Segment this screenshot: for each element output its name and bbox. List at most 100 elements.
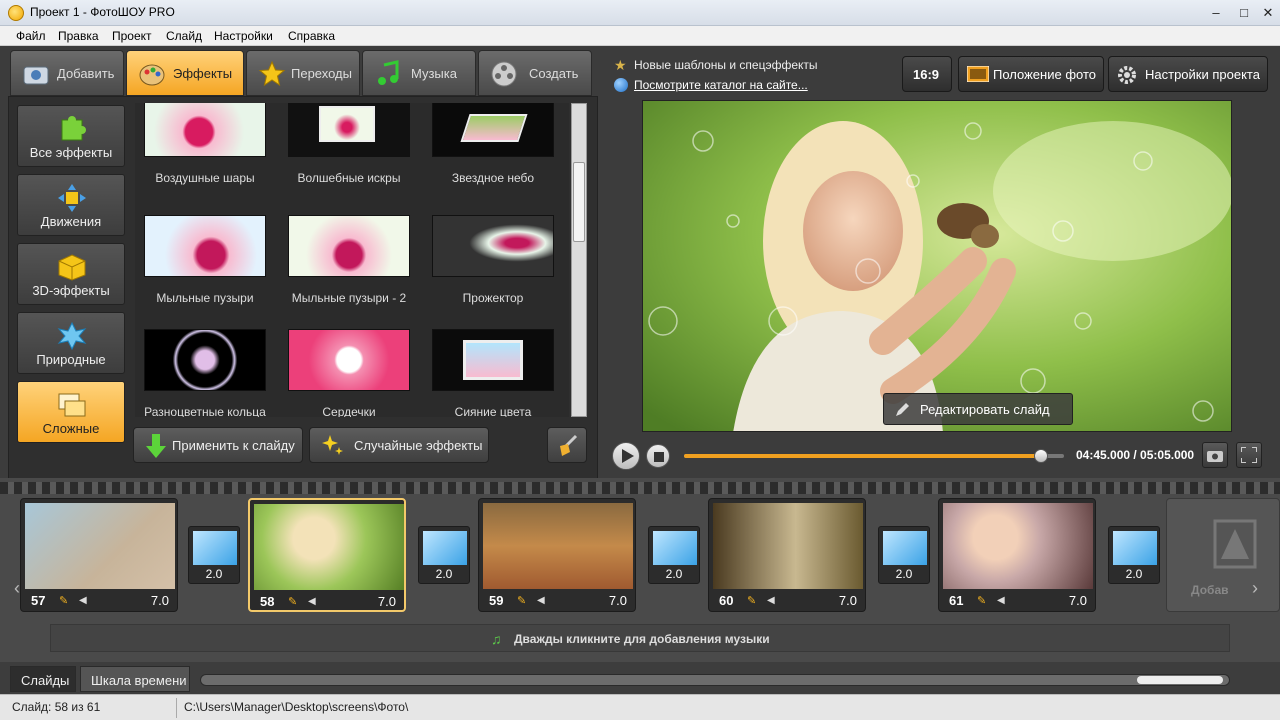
clear-effects-button[interactable] xyxy=(547,427,587,463)
effect-balloons[interactable]: Воздушные шары xyxy=(137,103,273,185)
layers-icon xyxy=(58,393,86,417)
speaker-icon[interactable]: ◀ xyxy=(79,595,91,607)
music-track[interactable]: ♫ Дважды кликните для добавления музыки xyxy=(50,624,1230,652)
minimize-button[interactable]: – xyxy=(1202,3,1230,23)
slide-number: 57 xyxy=(31,593,46,608)
fullscreen-icon xyxy=(1241,447,1257,463)
pencil-icon[interactable]: ✎ xyxy=(59,595,71,607)
cube-icon xyxy=(58,254,86,281)
photo-icon xyxy=(967,66,989,82)
effect-magic-sparks[interactable]: Волшебные искры xyxy=(281,103,417,185)
effect-thumbnail xyxy=(432,329,554,391)
project-settings-button[interactable]: Настройки проекта xyxy=(1108,56,1268,92)
effect-colorful-rings[interactable]: Разноцветные кольца xyxy=(137,329,273,417)
transition-2[interactable]: 2.0 xyxy=(418,526,470,584)
menu-help[interactable]: Справка xyxy=(288,29,335,43)
category-3d-effects[interactable]: 3D-эффекты xyxy=(17,243,125,305)
slide-61[interactable]: 61 ✎ ◀ 7.0 xyxy=(938,498,1096,612)
status-bar: Слайд: 58 из 61 C:\Users\Manager\Desktop… xyxy=(0,694,1280,720)
transition-thumbnail xyxy=(1113,531,1157,565)
transition-3[interactable]: 2.0 xyxy=(648,526,700,584)
category-motion[interactable]: Движения xyxy=(17,174,125,236)
player-controls: 04:45.000 / 05:05.000 xyxy=(602,436,1278,476)
scroll-right-arrow[interactable]: › xyxy=(1252,578,1258,599)
star-icon: ★ xyxy=(614,57,627,73)
fullscreen-button[interactable] xyxy=(1236,442,1262,468)
folder-path: C:\Users\Manager\Desktop\screens\Фото\ xyxy=(184,700,409,714)
tab-transitions[interactable]: Переходы xyxy=(246,50,360,96)
playback-progress[interactable] xyxy=(684,449,1064,463)
progress-knob[interactable] xyxy=(1034,449,1049,463)
effects-scrollbar[interactable] xyxy=(571,103,587,417)
slide-60[interactable]: 60 ✎ ◀ 7.0 xyxy=(708,498,866,612)
scrollbar-thumb[interactable] xyxy=(573,162,585,242)
effect-starry-sky[interactable]: Звездное небо xyxy=(425,103,561,185)
speaker-icon[interactable]: ◀ xyxy=(997,595,1009,607)
transition-1[interactable]: 2.0 xyxy=(188,526,240,584)
snapshot-button[interactable] xyxy=(1202,442,1228,468)
category-all-effects[interactable]: Все эффекты xyxy=(17,105,125,167)
random-effects-button[interactable]: Случайные эффекты xyxy=(309,427,489,463)
tab-slides[interactable]: Слайды xyxy=(10,666,76,692)
speaker-icon[interactable]: ◀ xyxy=(767,595,779,607)
filmstrip-scrollbar[interactable] xyxy=(200,674,1230,686)
speaker-icon[interactable]: ◀ xyxy=(308,596,320,608)
promo-text: Новые шаблоны и спецэффекты xyxy=(634,58,818,72)
category-label: Движения xyxy=(40,214,102,229)
pencil-icon[interactable]: ✎ xyxy=(747,595,759,607)
add-slot-label: Добав xyxy=(1191,583,1229,597)
slide-59[interactable]: 59 ✎ ◀ 7.0 xyxy=(478,498,636,612)
aspect-ratio-button[interactable]: 16:9 xyxy=(902,56,952,92)
tab-timeline[interactable]: Шкала времени xyxy=(80,666,190,692)
slide-counter: Слайд: 58 из 61 xyxy=(12,700,101,714)
app-icon xyxy=(8,5,24,21)
tab-label: Шкала времени xyxy=(91,673,187,688)
menu-file[interactable]: Файл xyxy=(16,29,46,43)
star-icon xyxy=(258,60,286,87)
status-divider xyxy=(176,698,177,718)
category-nature[interactable]: Природные xyxy=(17,312,125,374)
category-label: Природные xyxy=(36,352,106,367)
effect-thumbnail xyxy=(288,329,410,391)
play-button[interactable] xyxy=(612,442,640,470)
slide-58[interactable]: 58 ✎ ◀ 7.0 xyxy=(248,498,406,612)
category-complex[interactable]: Сложные xyxy=(17,381,125,443)
effect-soap-bubbles[interactable]: Мыльные пузыри xyxy=(137,215,273,305)
slide-duration: 7.0 xyxy=(838,593,857,608)
pencil-icon[interactable]: ✎ xyxy=(977,595,989,607)
effect-hearts[interactable]: Сердечки xyxy=(281,329,417,417)
photo-position-button[interactable]: Положение фото xyxy=(958,56,1104,92)
slide-57[interactable]: 57 ✎ ◀ 7.0 xyxy=(20,498,178,612)
menu-settings[interactable]: Настройки xyxy=(214,29,273,43)
effect-thumbnail xyxy=(288,103,410,157)
add-slide-slot[interactable]: Добав xyxy=(1166,498,1280,612)
menu-project[interactable]: Проект xyxy=(112,29,152,43)
edit-slide-button[interactable]: Редактировать слайд xyxy=(883,393,1073,425)
tab-music[interactable]: Музыка xyxy=(362,50,476,96)
effect-soap-bubbles-2[interactable]: Мыльные пузыри - 2 xyxy=(281,215,417,305)
effect-spotlight[interactable]: Прожектор xyxy=(425,215,561,305)
scrollbar-thumb[interactable] xyxy=(1137,676,1223,684)
close-button[interactable]: ✕ xyxy=(1254,3,1280,23)
transition-5[interactable]: 2.0 xyxy=(1108,526,1160,584)
slide-number: 59 xyxy=(489,593,504,608)
catalog-link[interactable]: Посмотрите каталог на сайте... xyxy=(634,78,808,92)
menu-slide[interactable]: Слайд xyxy=(166,29,202,43)
effects-panel: Все эффекты Движения 3D-эффекты Природны… xyxy=(8,96,598,526)
stop-button[interactable] xyxy=(646,444,670,468)
tab-effects[interactable]: Эффекты xyxy=(126,50,244,96)
pencil-icon[interactable]: ✎ xyxy=(517,595,529,607)
speaker-icon[interactable]: ◀ xyxy=(537,595,549,607)
slide-preview[interactable]: Редактировать слайд xyxy=(642,100,1232,432)
effect-color-glow[interactable]: Сияние цвета xyxy=(425,329,561,417)
aspect-ratio-label: 16:9 xyxy=(913,67,940,82)
project-settings-label: Настройки проекта xyxy=(1145,67,1260,82)
tab-add[interactable]: Добавить xyxy=(10,50,124,96)
pencil-icon[interactable]: ✎ xyxy=(288,596,300,608)
tab-create[interactable]: Создать xyxy=(478,50,592,96)
category-label: Все эффекты xyxy=(29,145,113,160)
effect-label: Мыльные пузыри - 2 xyxy=(291,291,407,305)
menu-edit[interactable]: Правка xyxy=(58,29,99,43)
apply-to-slide-button[interactable]: Применить к слайду xyxy=(133,427,303,463)
transition-4[interactable]: 2.0 xyxy=(878,526,930,584)
